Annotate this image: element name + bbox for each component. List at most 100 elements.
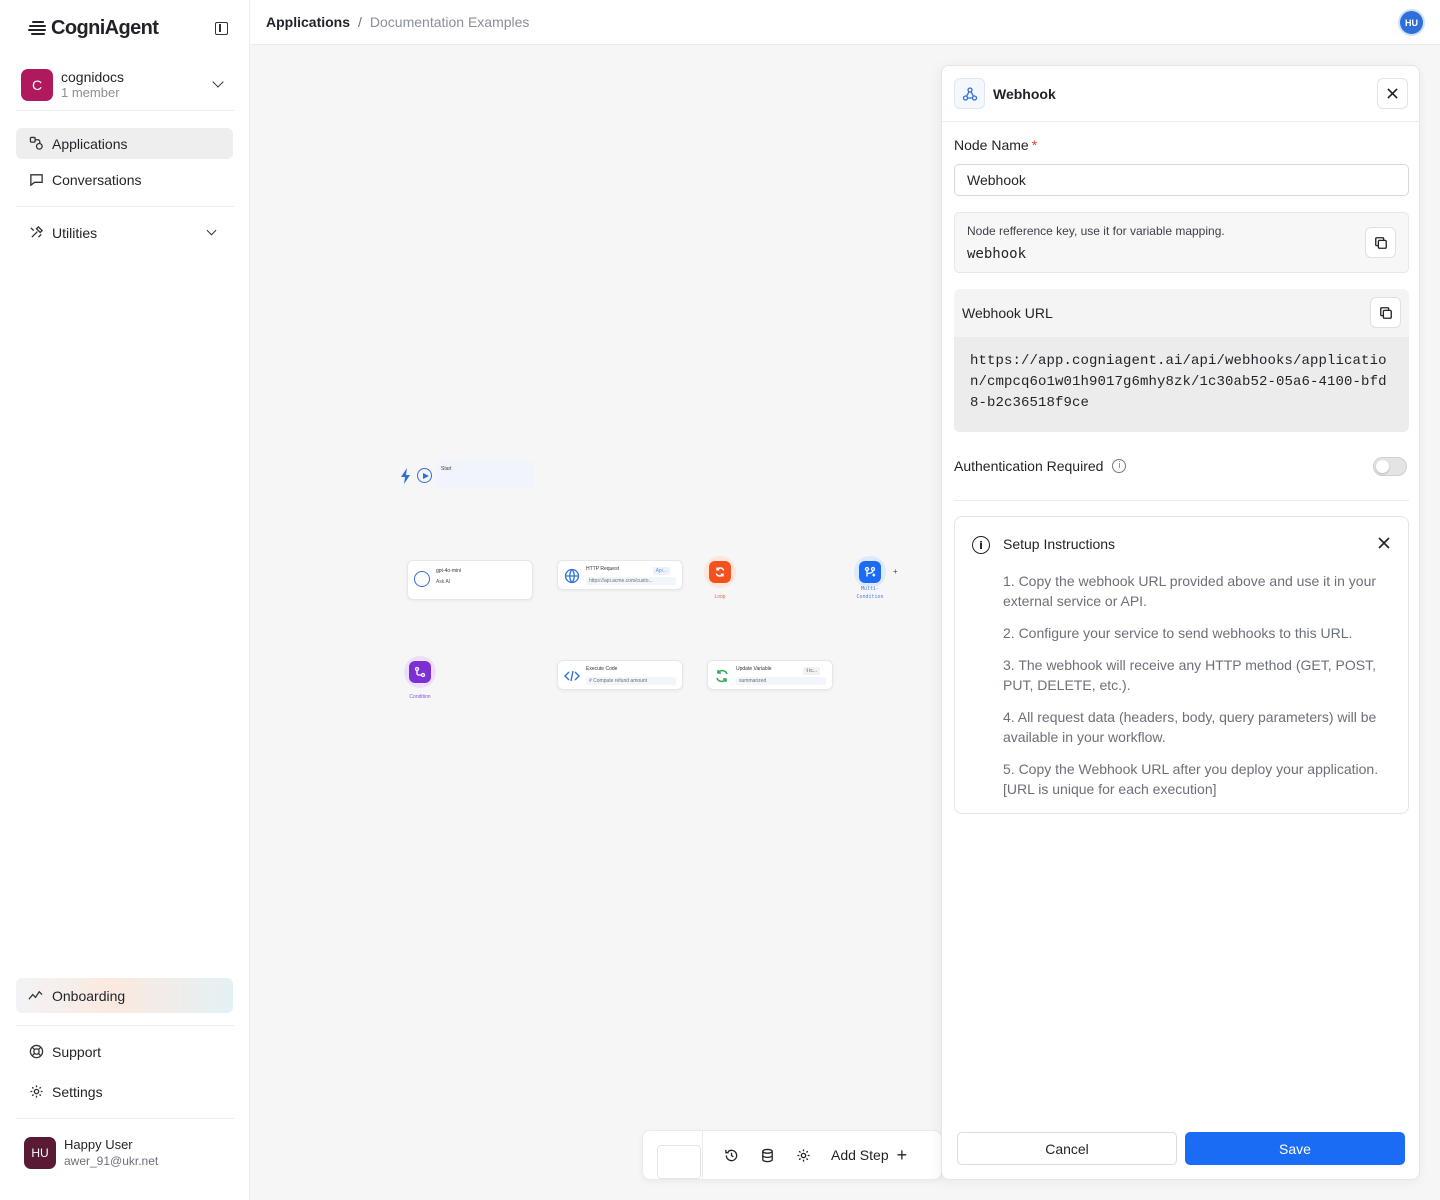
close-panel-button[interactable]	[1377, 78, 1408, 109]
avatar: HU	[24, 1137, 56, 1169]
condition-caption: Condition	[409, 694, 431, 700]
http-badge: Api...	[652, 567, 670, 575]
refresh-icon	[716, 669, 728, 683]
start-node[interactable]: Start	[398, 461, 536, 489]
chat-icon	[28, 172, 44, 188]
setup-instructions-card: i Setup Instructions 1. Copy the webhook…	[954, 516, 1409, 814]
sidebar-item-conversations[interactable]: Conversations	[16, 164, 233, 195]
loop-icon	[709, 561, 731, 583]
plus-icon: +	[896, 1145, 908, 1165]
chevron-down-icon	[212, 76, 224, 88]
divider	[16, 206, 234, 207]
node-name-label: Node Name *	[954, 137, 1037, 153]
sidebar: CogniAgent C cognidocs 1 member Applicat…	[0, 0, 250, 1200]
webhook-url-value[interactable]: https://app.cogniagent.ai/api/webhooks/a…	[954, 337, 1409, 432]
breadcrumb-root[interactable]: Applications	[266, 14, 350, 30]
app-name: CogniAgent	[51, 16, 159, 39]
tools-icon	[28, 225, 44, 241]
loop-node[interactable]	[704, 556, 736, 588]
branch-icon	[859, 561, 881, 583]
start-label: Start	[441, 466, 452, 472]
panel-title: Webhook	[993, 86, 1056, 102]
sidebar-item-label: Onboarding	[52, 987, 126, 1004]
breadcrumb-separator: /	[358, 14, 362, 30]
org-member-count: 1 member	[61, 85, 120, 100]
sidebar-item-onboarding[interactable]: Onboarding	[16, 978, 233, 1013]
org-avatar: C	[21, 69, 53, 101]
sidebar-item-label: Utilities	[52, 224, 98, 241]
setup-step: 5. Copy the Webhook URL after you deploy…	[1003, 761, 1379, 797]
var-badge: t ic...	[803, 667, 820, 675]
org-switcher[interactable]: C cognidocs 1 member	[16, 64, 234, 106]
divider	[16, 1025, 234, 1026]
sidebar-item-applications[interactable]: Applications	[16, 128, 233, 159]
canvas-toolbar: Add Step +	[642, 1130, 942, 1180]
code-icon	[564, 670, 580, 682]
top-bar: Applications / Documentation Examples HU	[250, 0, 1440, 45]
collapse-sidebar-icon[interactable]	[215, 22, 228, 35]
add-handle-icon[interactable]: +	[893, 567, 898, 576]
history-icon[interactable]	[713, 1137, 749, 1173]
var-title: Update Variable	[736, 666, 772, 672]
sidebar-item-label: Conversations	[52, 171, 142, 188]
sidebar-item-label: Applications	[52, 135, 128, 152]
var-pill: summarized	[736, 677, 826, 685]
ai-model: gpt-4o-mini	[436, 568, 462, 574]
copy-webhook-url-button[interactable]	[1370, 297, 1401, 328]
applications-icon	[28, 136, 44, 152]
logo-icon	[28, 18, 48, 38]
minimap[interactable]	[643, 1130, 703, 1180]
user-email: awer_91@ukr.net	[64, 1154, 159, 1168]
sidebar-item-settings[interactable]: Settings	[16, 1076, 233, 1107]
sidebar-item-utilities[interactable]: Utilities	[16, 217, 233, 248]
chevron-down-icon	[206, 225, 217, 236]
avatar[interactable]: HU	[1400, 11, 1423, 34]
condition-node[interactable]	[404, 656, 436, 688]
multi-condition-caption: Multi-Condition	[856, 586, 884, 600]
info-icon[interactable]: i	[1112, 459, 1127, 473]
copy-reference-key-button[interactable]	[1365, 227, 1396, 258]
reference-key-box: Node refference key, use it for variable…	[954, 212, 1409, 273]
cancel-button[interactable]: Cancel	[957, 1132, 1177, 1165]
user-profile[interactable]: HU Happy User awer_91@ukr.net	[16, 1128, 234, 1178]
webhook-url-label: Webhook URL	[962, 305, 1053, 321]
reference-key-value: webhook	[967, 246, 1027, 262]
org-name: cognidocs	[61, 69, 125, 85]
update-variable-node[interactable]: Update Variable t ic... summarized	[707, 660, 833, 690]
add-step-button[interactable]: Add Step +	[831, 1145, 908, 1165]
node-name-input[interactable]	[954, 164, 1409, 196]
breadcrumb-current: Documentation Examples	[369, 14, 530, 30]
authentication-label: Authentication Required	[954, 458, 1104, 474]
setup-steps-list: 1. Copy the webhook URL provided above a…	[1003, 571, 1395, 811]
webhook-icon	[954, 78, 985, 109]
authentication-toggle[interactable]	[1373, 457, 1407, 476]
save-button[interactable]: Save	[1185, 1132, 1405, 1165]
reference-key-hint: Node refference key, use it for variable…	[967, 224, 1225, 238]
http-title: HTTP Request	[586, 566, 619, 572]
loop-caption: Loop	[714, 594, 726, 600]
http-url: https://api.acme.com/custo...	[586, 577, 676, 585]
info-icon: i	[972, 536, 990, 554]
sidebar-item-support[interactable]: Support	[16, 1036, 233, 1067]
trend-icon	[28, 988, 44, 1004]
required-mark: *	[1031, 137, 1038, 153]
setup-step: 1. Copy the webhook URL provided above a…	[1003, 573, 1377, 609]
condition-icon	[409, 661, 431, 683]
ai-title: Ask AI	[436, 579, 451, 585]
code-pill: # Compute refund amount	[586, 677, 676, 685]
database-icon[interactable]	[749, 1137, 785, 1173]
play-triangle-icon	[423, 473, 429, 479]
close-icon	[1387, 88, 1398, 99]
code-title: Execute Code	[586, 666, 618, 672]
app-logo[interactable]: CogniAgent	[28, 14, 232, 42]
gear-icon	[28, 1084, 44, 1100]
execute-code-node[interactable]: Execute Code # Compute refund amount	[557, 660, 683, 690]
close-icon[interactable]	[1376, 535, 1392, 551]
gear-icon[interactable]	[785, 1137, 821, 1173]
add-step-label: Add Step	[831, 1147, 889, 1163]
multi-condition-node[interactable]	[854, 556, 886, 588]
http-request-node[interactable]: HTTP Request Api... https://api.acme.com…	[557, 560, 683, 590]
bolt-icon	[401, 468, 410, 484]
ask-ai-node[interactable]: gpt-4o-mini Ask AI	[407, 560, 533, 600]
sidebar-item-label: Support	[52, 1043, 102, 1060]
